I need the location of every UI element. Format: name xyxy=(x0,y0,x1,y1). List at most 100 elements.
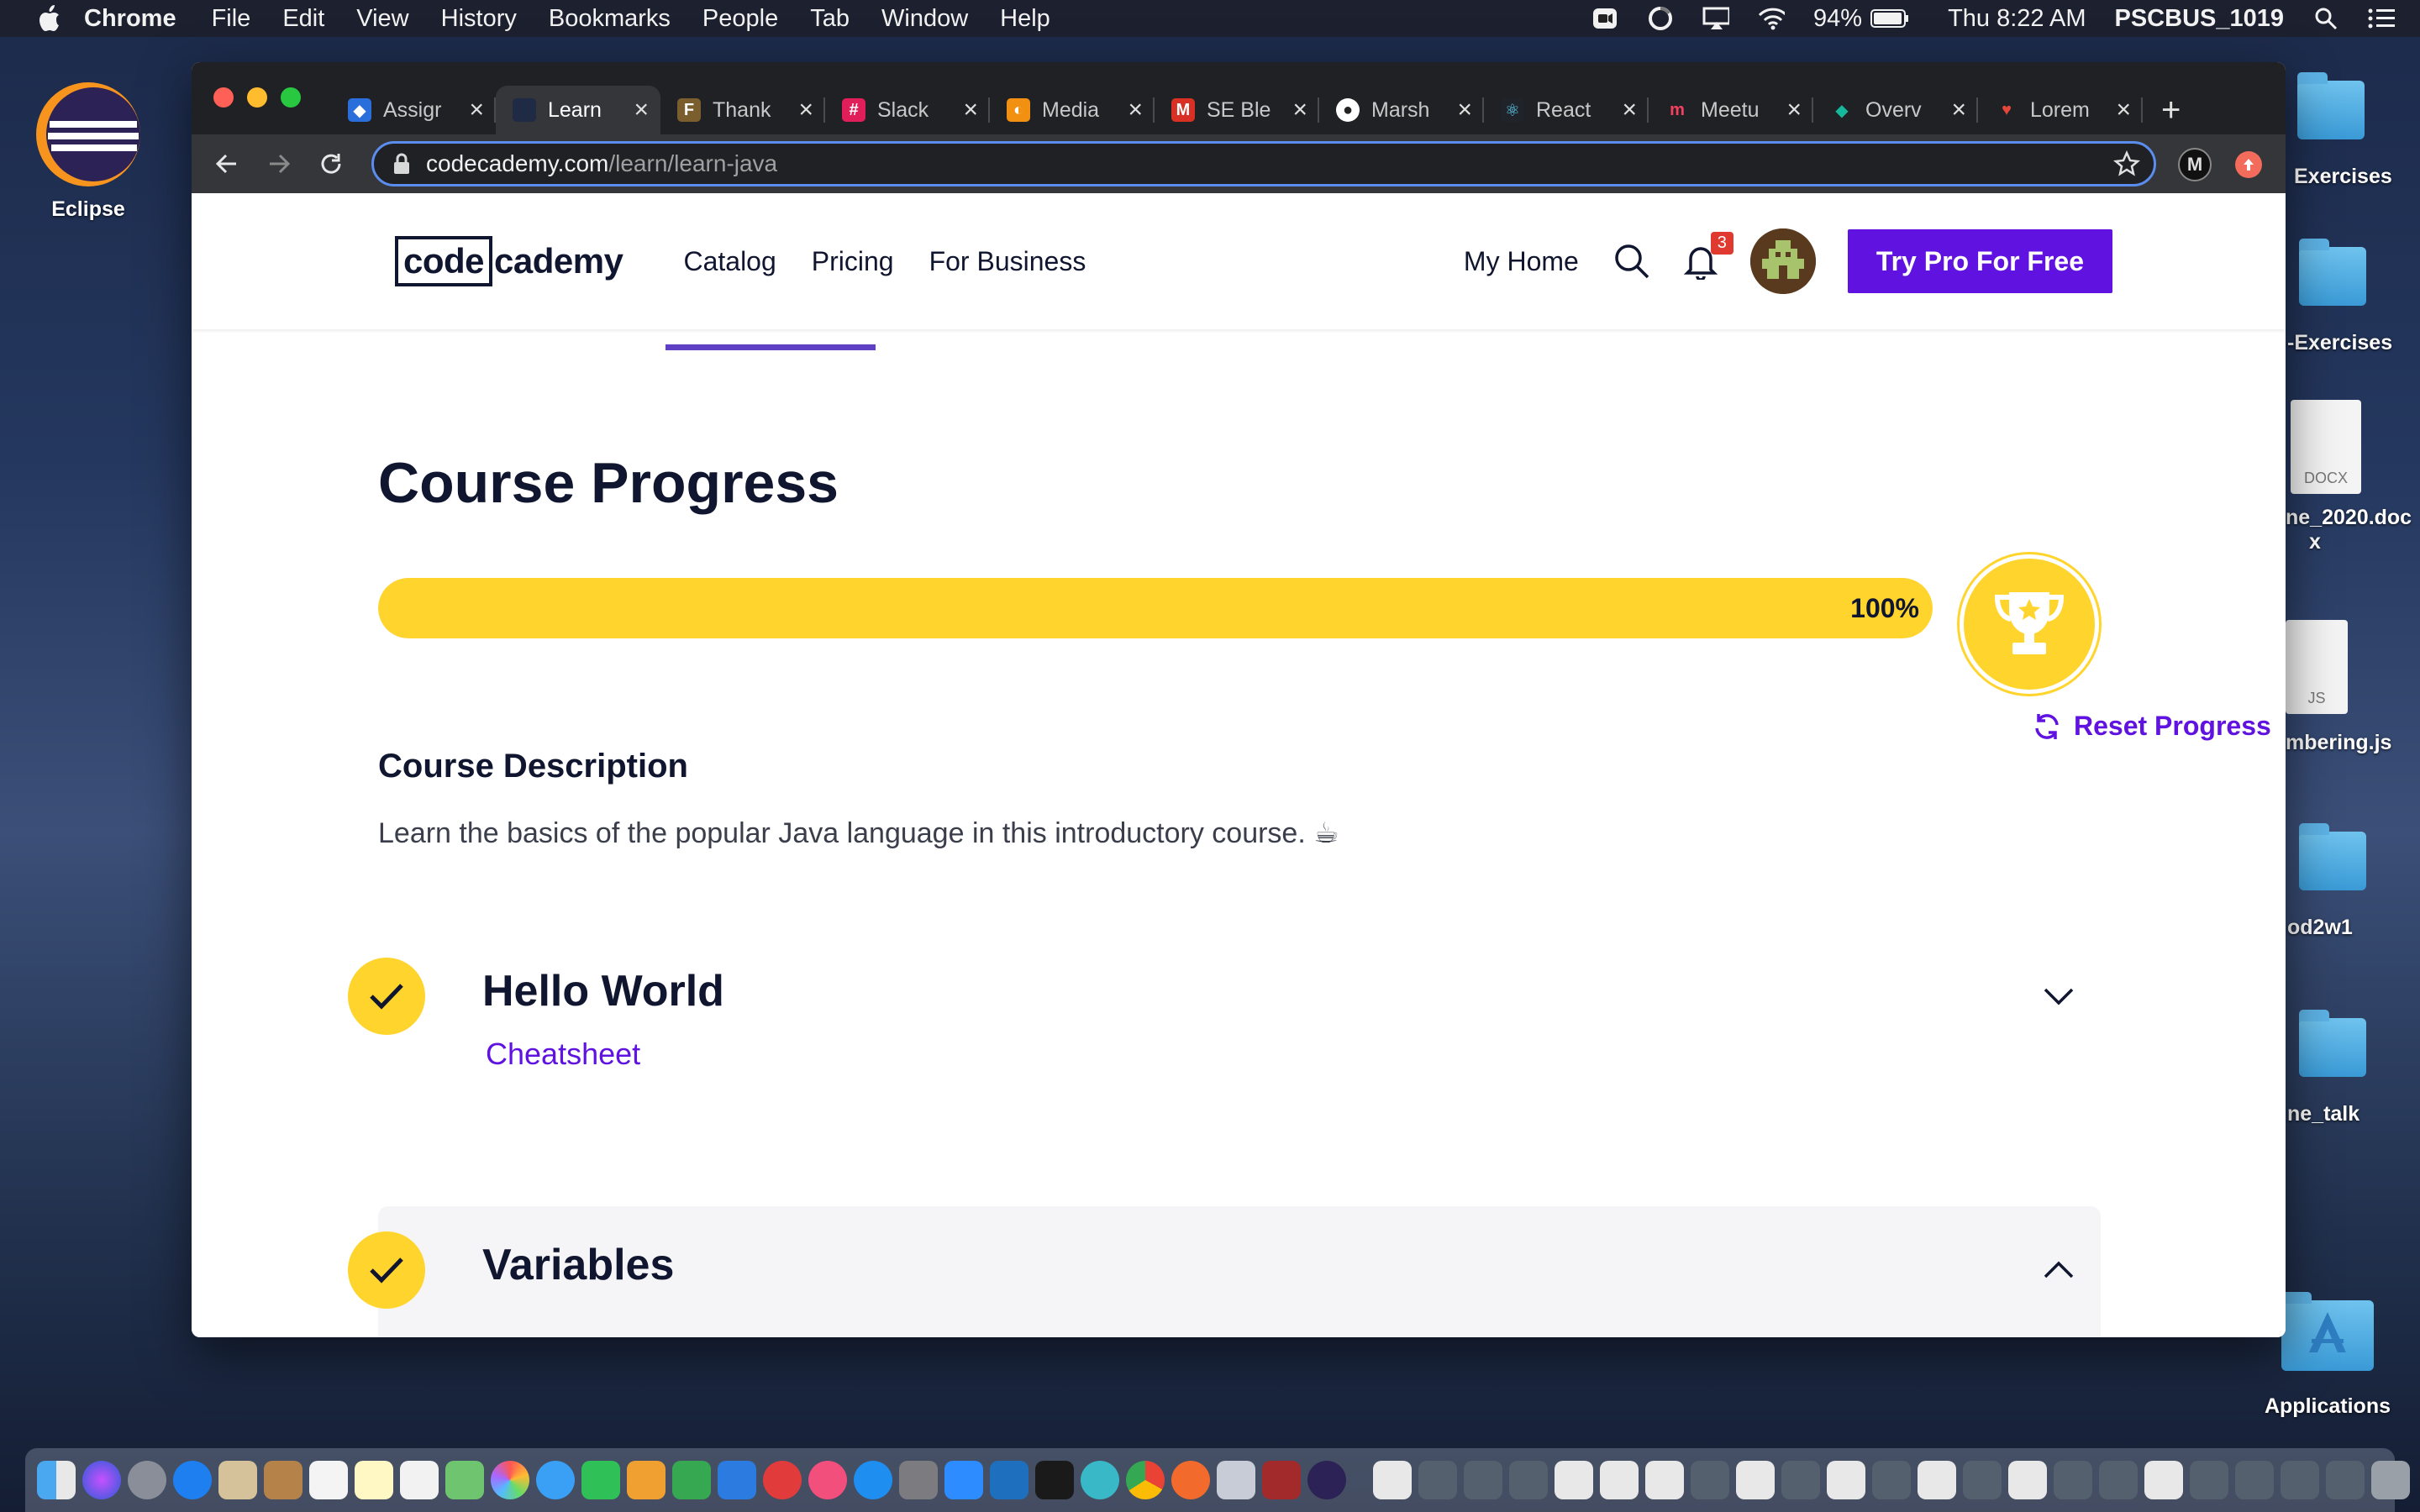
wifi-icon[interactable] xyxy=(1758,5,1786,32)
dock-window-thumbnail[interactable] xyxy=(1963,1461,2002,1499)
search-button[interactable] xyxy=(1612,242,1651,281)
dock-document-icon[interactable] xyxy=(1373,1461,1412,1499)
reload-button[interactable] xyxy=(314,147,348,181)
dock-eclipse-icon[interactable] xyxy=(1307,1461,1346,1499)
dock-app-icon[interactable] xyxy=(1081,1461,1119,1499)
dock-window-thumbnail[interactable] xyxy=(1600,1461,1639,1499)
dock-window-thumbnail[interactable] xyxy=(1645,1461,1684,1499)
menu-bookmarks[interactable]: Bookmarks xyxy=(549,5,671,33)
dock-launchpad-icon[interactable] xyxy=(128,1461,166,1499)
dock-window-thumbnail[interactable] xyxy=(2235,1461,2274,1499)
user-name[interactable]: PSCBUS_1019 xyxy=(2115,5,2285,33)
dock-window-thumbnail[interactable] xyxy=(1918,1461,1956,1499)
tab-thank[interactable]: F Thank × xyxy=(660,86,825,134)
close-tab-icon[interactable]: × xyxy=(1786,96,1802,124)
dock-window-thumbnail[interactable] xyxy=(1464,1461,1502,1499)
extension-upload-icon[interactable] xyxy=(2235,151,2262,178)
dock-mail-icon[interactable] xyxy=(218,1461,257,1499)
dock-finder-icon[interactable] xyxy=(37,1461,76,1499)
desktop-icon-eclipse[interactable]: Eclipse xyxy=(34,81,143,222)
dock-reminders-icon[interactable] xyxy=(400,1461,439,1499)
dock-window-thumbnail[interactable] xyxy=(2190,1461,2228,1499)
dock-app-store-icon[interactable] xyxy=(854,1461,892,1499)
dock-window-thumbnail[interactable] xyxy=(2326,1461,2365,1499)
zoom-status-icon[interactable] xyxy=(1591,5,1618,32)
sync-status-icon[interactable] xyxy=(1647,5,1674,32)
close-tab-icon[interactable]: × xyxy=(1457,96,1472,124)
close-tab-icon[interactable]: × xyxy=(1951,96,1966,124)
dock-window-thumbnail[interactable] xyxy=(2281,1461,2319,1499)
dock-window-thumbnail[interactable] xyxy=(1827,1461,1865,1499)
dock-postman-icon[interactable] xyxy=(1171,1461,1210,1499)
apple-menu-icon[interactable] xyxy=(30,0,67,37)
dock-zoom-icon[interactable] xyxy=(944,1461,983,1499)
close-tab-icon[interactable]: × xyxy=(1622,96,1637,124)
desktop-folder-exercises-2[interactable]: -Exercises xyxy=(2287,239,2420,355)
dock-news-icon[interactable] xyxy=(763,1461,802,1499)
tab-gmail[interactable]: M SE Ble × xyxy=(1155,86,1319,134)
close-tab-icon[interactable]: × xyxy=(2116,96,2131,124)
close-tab-icon[interactable]: × xyxy=(1128,96,1143,124)
dock-terminal-icon[interactable] xyxy=(1035,1461,1074,1499)
close-tab-icon[interactable]: × xyxy=(634,96,649,124)
dock-photos-icon[interactable] xyxy=(491,1461,529,1499)
dock-maps-icon[interactable] xyxy=(445,1461,484,1499)
tab-overview[interactable]: ◆ Overv × xyxy=(1813,86,1978,134)
dock-chrome-icon[interactable] xyxy=(1126,1461,1165,1499)
clock[interactable]: Thu 8:22 AM xyxy=(1948,5,2086,33)
reset-progress-button[interactable]: Reset Progress xyxy=(2032,711,2271,742)
dock-window-thumbnail[interactable] xyxy=(1509,1461,1548,1499)
nav-pricing[interactable]: Pricing xyxy=(812,246,894,277)
dock-window-thumbnail[interactable] xyxy=(2099,1461,2138,1499)
menu-file[interactable]: File xyxy=(212,5,251,33)
dock-preview-icon[interactable] xyxy=(1217,1461,1255,1499)
dock-window-thumbnail[interactable] xyxy=(1872,1461,1911,1499)
dock-dictionary-icon[interactable] xyxy=(1262,1461,1301,1499)
dock-messages-icon[interactable] xyxy=(536,1461,575,1499)
battery-status[interactable]: 94% xyxy=(1813,5,1909,33)
dock-numbers-icon[interactable] xyxy=(672,1461,711,1499)
menu-history[interactable]: History xyxy=(441,5,517,33)
dock-music-icon[interactable] xyxy=(808,1461,847,1499)
menu-people[interactable]: People xyxy=(702,5,778,33)
airplay-icon[interactable] xyxy=(1702,5,1730,32)
my-home-link[interactable]: My Home xyxy=(1464,246,1579,277)
dock-window-thumbnail[interactable] xyxy=(2054,1461,2092,1499)
close-tab-icon[interactable]: × xyxy=(1292,96,1307,124)
menu-help[interactable]: Help xyxy=(1000,5,1050,33)
tab-react[interactable]: ⚛ React × xyxy=(1484,86,1649,134)
notifications-button[interactable]: 3 xyxy=(1681,232,1733,281)
chevron-up-icon[interactable] xyxy=(2040,1252,2077,1289)
menu-edit[interactable]: Edit xyxy=(282,5,324,33)
desktop-folder-talk[interactable]: ne_talk xyxy=(2287,1010,2420,1126)
dock-vscode-icon[interactable] xyxy=(990,1461,1028,1499)
tab-slack[interactable]: # Slack × xyxy=(825,86,990,134)
menu-tab[interactable]: Tab xyxy=(810,5,850,33)
dock-system-preferences-icon[interactable] xyxy=(899,1461,938,1499)
menu-window[interactable]: Window xyxy=(881,5,968,33)
tab-learn[interactable]: Learn × xyxy=(496,86,660,134)
dock-calendar-icon[interactable] xyxy=(309,1461,348,1499)
dock-window-thumbnail[interactable] xyxy=(2008,1461,2047,1499)
dock-safari-icon[interactable] xyxy=(173,1461,212,1499)
dock-contacts-icon[interactable] xyxy=(264,1461,302,1499)
try-pro-button[interactable]: Try Pro For Free xyxy=(1847,229,2112,293)
tab-media[interactable]: ◐ Media × xyxy=(990,86,1155,134)
dock-window-thumbnail[interactable] xyxy=(1418,1461,1457,1499)
desktop-file-docx[interactable]: DOCX ne_2020.doc x xyxy=(2286,400,2420,554)
codecademy-logo[interactable]: code cademy xyxy=(395,236,623,286)
back-button[interactable] xyxy=(210,147,244,181)
close-tab-icon[interactable]: × xyxy=(963,96,978,124)
tab-assignment[interactable]: ◆ Assigr × xyxy=(331,86,496,134)
chevron-down-icon[interactable] xyxy=(2040,978,2077,1015)
spotlight-search-icon[interactable] xyxy=(2312,5,2339,32)
dock-pages-icon[interactable] xyxy=(627,1461,666,1499)
dock-window-thumbnail[interactable] xyxy=(1555,1461,1593,1499)
nav-for-business[interactable]: For Business xyxy=(929,246,1086,277)
dock-window-thumbnail[interactable] xyxy=(2144,1461,2183,1499)
close-tab-icon[interactable]: × xyxy=(798,96,813,124)
menu-view[interactable]: View xyxy=(356,5,408,33)
dock-siri-icon[interactable] xyxy=(82,1461,121,1499)
dock-trash-icon[interactable] xyxy=(2371,1461,2410,1499)
dock-keynote-icon[interactable] xyxy=(718,1461,756,1499)
